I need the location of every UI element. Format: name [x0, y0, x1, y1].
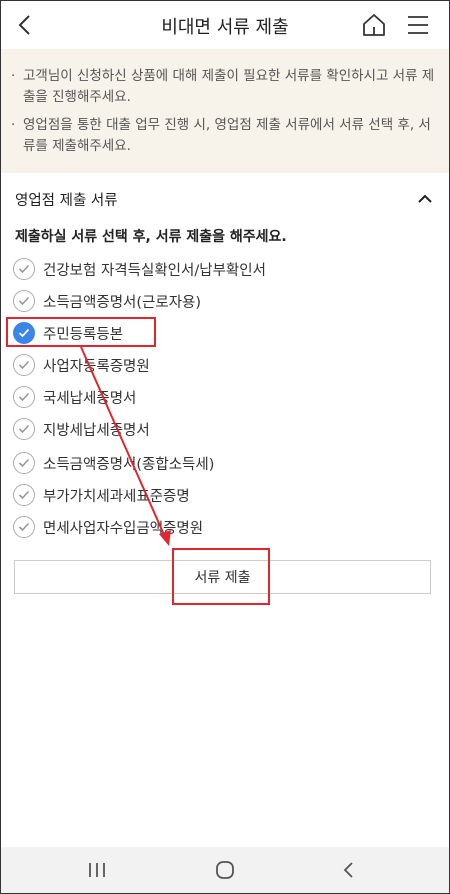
- check-circle-icon: [13, 290, 35, 312]
- document-label: 면세사업자수입금액증명원: [43, 520, 204, 537]
- document-label: 소득금액증명서(종합소득세): [43, 456, 215, 473]
- highlight-box-selected-item: [6, 317, 156, 347]
- hamburger-menu-icon: [408, 16, 428, 34]
- menu-button[interactable]: [402, 9, 434, 41]
- notice-item: 고객님이 신청하신 상품에 대해 제출이 필요한 서류를 확인하시고 서류 제출…: [11, 66, 443, 108]
- check-circle-icon: [13, 516, 35, 538]
- highlight-box-submit-button: [172, 548, 270, 605]
- notice-panel: 고객님이 신청하신 상품에 대해 제출이 필요한 서류를 확인하시고 서류 제출…: [1, 49, 449, 173]
- check-circle-icon: [13, 386, 35, 408]
- check-circle-icon: [13, 258, 35, 280]
- document-item[interactable]: 사업자등록증명원: [13, 349, 150, 381]
- document-label: 소득금액증명서(근로자용): [43, 294, 202, 311]
- check-circle-icon: [13, 452, 35, 474]
- document-item[interactable]: 소득금액증명서(종합소득세): [13, 447, 214, 479]
- app-screen: 비대면 서류 제출 고객님이 신청하신 상품에 대해 제출이 필요한 서류를 확…: [0, 0, 450, 894]
- document-item[interactable]: 건강보험 자격득실확인서/납부확인서: [13, 253, 266, 285]
- home-nav-button[interactable]: [205, 855, 245, 885]
- document-item[interactable]: 면세사업자수입금액증명원: [13, 511, 203, 543]
- document-label: 국세납세증명서: [43, 390, 137, 407]
- check-circle-icon: [13, 354, 35, 376]
- recent-apps-icon: [89, 863, 105, 877]
- header-bar: 비대면 서류 제출: [1, 1, 449, 49]
- notice-item: 영업점을 통한 대출 업무 진행 시, 영업점 제출 서류에서 서류 선택 후,…: [11, 115, 443, 157]
- document-label: 지방세납세증명서: [43, 422, 150, 439]
- document-item[interactable]: 국세납세증명서: [13, 381, 136, 413]
- chevron-up-icon: [418, 194, 432, 203]
- document-item[interactable]: 지방세납세증명서: [13, 413, 150, 445]
- home-button[interactable]: [358, 9, 390, 41]
- section-title: 영업점 제출 서류: [15, 193, 118, 209]
- system-navigation-bar: [1, 847, 449, 893]
- collapse-button[interactable]: [413, 187, 437, 211]
- instruction-text: 제출하실 서류 선택 후, 서류 제출을 해주세요.: [15, 229, 287, 245]
- document-label: 부가가치세과세표준증명: [43, 488, 190, 505]
- check-circle-icon: [13, 484, 35, 506]
- home-circle-icon: [216, 861, 234, 879]
- section-header[interactable]: 영업점 제출 서류: [1, 179, 449, 219]
- home-icon: [363, 14, 385, 36]
- check-circle-icon: [13, 418, 35, 440]
- recent-apps-button[interactable]: [77, 855, 117, 885]
- document-label: 사업자등록증명원: [43, 358, 150, 375]
- document-item[interactable]: 소득금액증명서(근로자용): [13, 285, 201, 317]
- back-arrow-icon: [343, 862, 353, 878]
- document-item[interactable]: 부가가치세과세표준증명: [13, 479, 190, 511]
- document-label: 건강보험 자격득실확인서/납부확인서: [43, 262, 266, 279]
- back-nav-button[interactable]: [329, 855, 369, 885]
